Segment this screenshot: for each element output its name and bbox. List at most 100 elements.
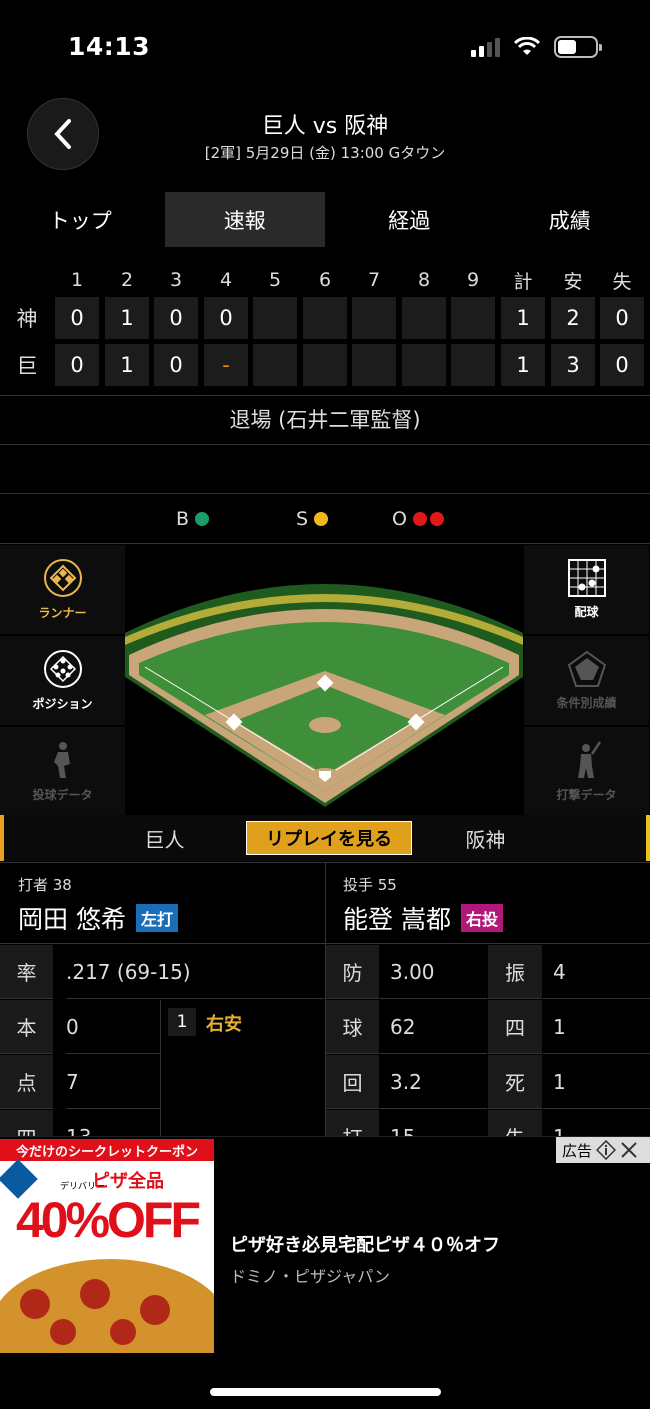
scoreboard-total-cell: 0 xyxy=(600,297,644,339)
position-label: ポジション xyxy=(32,697,93,711)
game-subtitle: [2軍] 5月29日 (金) 13:00 Gタウン xyxy=(204,144,446,162)
scoreboard-row-hanshin: 神0100120 xyxy=(0,297,650,339)
scoreboard-inning-cell xyxy=(451,344,495,386)
tab-stats[interactable]: 成績 xyxy=(490,192,650,247)
divider xyxy=(0,493,650,494)
out-label: O xyxy=(392,508,407,530)
position-diamond-icon xyxy=(43,650,82,688)
divider xyxy=(0,543,650,544)
runner-label: ランナー xyxy=(38,606,87,620)
ad-info-icon[interactable] xyxy=(596,1140,617,1160)
scoreboard-inning-cell xyxy=(352,344,396,386)
scoreboard-col-header: 6 xyxy=(318,269,332,291)
scoreboard-col-header: 失 xyxy=(612,270,632,293)
out-dot xyxy=(412,512,427,526)
strike-count: S xyxy=(296,508,329,530)
stat-label-avg: 率 xyxy=(0,945,53,999)
pitcher-stat-value: 1 xyxy=(543,1000,650,1054)
pitcher-stat-label: 回 xyxy=(326,1055,379,1109)
scoreboard-total-cell: 2 xyxy=(551,297,595,339)
pitcher-stat-label: 四 xyxy=(488,1000,542,1054)
ball-count: B xyxy=(176,508,210,530)
pitch-data-label: 投球データ xyxy=(32,788,93,802)
wifi-icon xyxy=(514,37,540,55)
scoreboard-inning-cell xyxy=(303,344,347,386)
baseball-field xyxy=(125,545,523,813)
pitch-location-label: 配球 xyxy=(574,605,599,619)
at-bat-number: 1 xyxy=(168,1008,196,1036)
tab-progress[interactable]: 経過 xyxy=(329,192,490,247)
team-bar: 巨人 阪神 リプレイを見る xyxy=(0,815,650,861)
scoreboard-inning-cell: 1 xyxy=(105,297,149,339)
pitcher-stat-value: 1 xyxy=(543,1055,650,1109)
out-dot xyxy=(429,512,444,526)
pitcher-stat-value: 3.00 xyxy=(380,945,487,999)
stat-label: 点 xyxy=(0,1055,53,1109)
ball-label: B xyxy=(176,508,190,530)
status-time: 14:13 xyxy=(68,32,151,61)
divider xyxy=(0,943,650,944)
scoreboard-inning-cell: 0 xyxy=(154,344,198,386)
scoreboard-inning-cell xyxy=(352,297,396,339)
position-button[interactable]: ポジション xyxy=(0,636,125,725)
pitcher-stat-value: 62 xyxy=(380,1000,487,1054)
scoreboard-col-header: 7 xyxy=(367,269,381,291)
scoreboard-inning-cell: 0 xyxy=(204,297,248,339)
tab-bar: トップ 速報 経過 成績 xyxy=(0,192,650,247)
radar-chart-icon xyxy=(567,650,606,687)
scoreboard-inning-cell: 0 xyxy=(55,297,99,339)
at-bat-result[interactable]: 右安 xyxy=(206,1010,242,1036)
stat-value-avg: .217 (69-15) xyxy=(66,945,324,999)
runner-button[interactable]: ランナー xyxy=(0,545,125,634)
pitcher-info[interactable]: 能登 嵩都 右投 xyxy=(343,900,503,936)
close-icon[interactable] xyxy=(620,1141,638,1159)
scoreboard-col-header: 2 xyxy=(120,269,134,291)
pitch-data-button[interactable]: 投球データ xyxy=(0,727,125,816)
scoreboard-col-header: 計 xyxy=(513,270,533,293)
runner-diamond-icon xyxy=(43,559,82,597)
pitcher-label: 投手 55 xyxy=(343,876,397,894)
scoreboard-total-cell: 0 xyxy=(600,344,644,386)
conditional-stats-button[interactable]: 条件別成績 xyxy=(524,636,649,725)
scoreboard-inning-cell: 1 xyxy=(105,344,149,386)
stat-value: 0 xyxy=(66,1000,160,1054)
batter-info[interactable]: 岡田 悠希 左打 xyxy=(18,900,178,936)
replay-button[interactable]: リプレイを見る xyxy=(246,821,412,855)
scoreboard-inning-cell xyxy=(253,297,297,339)
conditional-stats-label: 条件別成績 xyxy=(556,696,617,710)
divider xyxy=(0,395,650,396)
batter-name: 岡田 悠希 xyxy=(18,905,126,934)
pitcher-hand-badge: 右投 xyxy=(460,904,503,932)
battery-icon xyxy=(554,36,602,58)
ad-advertiser: ドミノ・ピザジャパン xyxy=(230,1267,391,1286)
signal-icon xyxy=(471,37,500,57)
tab-top[interactable]: トップ xyxy=(0,192,161,247)
scoreboard-inning-cell: - xyxy=(204,344,248,386)
out-count: O xyxy=(392,508,444,530)
ad-image-big-text: 40%OFF xyxy=(15,1192,201,1248)
ad-title[interactable]: ピザ好き必見宅配ピザ４０％オフ xyxy=(230,1231,500,1257)
ad-image-mid-text: ピザ全品 xyxy=(92,1171,164,1192)
scoreboard-inning-cell: 0 xyxy=(154,297,198,339)
scoreboard-inning-cell xyxy=(253,344,297,386)
scoreboard-col-header: 8 xyxy=(417,269,431,291)
scoreboard-total-cell: 3 xyxy=(551,344,595,386)
ad-image[interactable]: 今だけのシークレットクーポン デリバリー ピザ全品 40%OFF xyxy=(0,1139,214,1353)
batting-data-button[interactable]: 打撃データ xyxy=(524,727,649,816)
pitch-location-button[interactable]: 配球 xyxy=(524,545,649,634)
tab-live[interactable]: 速報 xyxy=(164,192,325,247)
batter-figure-icon xyxy=(577,741,601,778)
scoreboard-col-header: 安 xyxy=(563,270,583,293)
pitcher-stat-label: 死 xyxy=(488,1055,542,1109)
pitcher-figure-icon xyxy=(53,742,70,778)
stat-value: 7 xyxy=(66,1055,160,1109)
scoreboard-team: 神 xyxy=(16,307,38,331)
batter-hand-badge: 左打 xyxy=(135,904,178,932)
scoreboard-inning-cell xyxy=(402,344,446,386)
scoreboard-total-cell: 1 xyxy=(501,297,545,339)
scoreboard-team: 巨 xyxy=(16,354,38,378)
ad-banner[interactable]: 今だけのシークレットクーポン デリバリー ピザ全品 40%OFF ピザ好き必見宅… xyxy=(0,1136,650,1354)
pitcher-stat-value: 4 xyxy=(543,945,650,999)
ad-label[interactable]: 広告 xyxy=(556,1137,650,1163)
pizza-image xyxy=(0,1259,214,1353)
